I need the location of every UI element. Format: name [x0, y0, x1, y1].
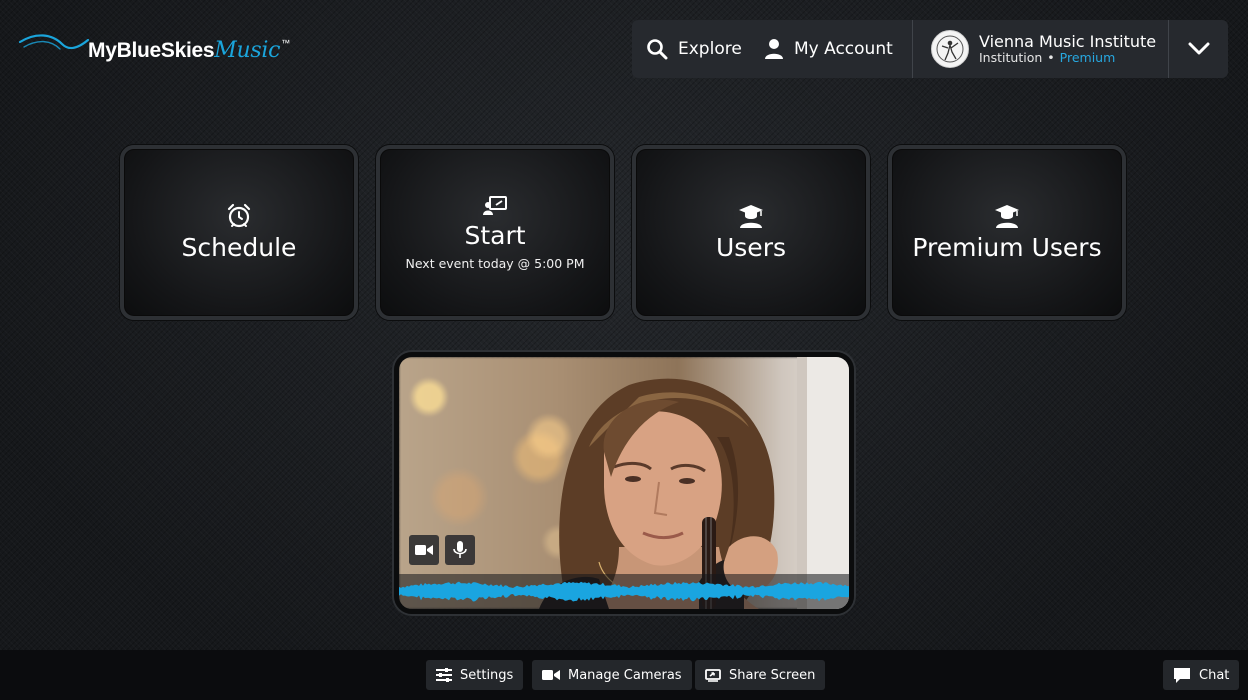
search-icon — [647, 39, 668, 60]
brand-name: MyBlueSkiesMusic™ — [88, 38, 290, 63]
sliders-icon — [436, 668, 452, 682]
chat-button[interactable]: Chat — [1163, 660, 1240, 690]
institution-name: Vienna Music Institute — [979, 31, 1157, 51]
brand-script: Music — [214, 38, 281, 63]
brand-logo[interactable]: MyBlueSkiesMusic™ — [18, 30, 290, 70]
institution-tier: Premium — [1059, 50, 1116, 65]
next-event-text: Next event today @ 5:00 PM — [405, 255, 585, 271]
explore-label: Explore — [678, 39, 742, 59]
video-camera-icon — [415, 545, 433, 555]
microphone-toggle-button[interactable] — [445, 535, 475, 565]
start-title: Start — [464, 220, 526, 250]
schedule-title: Schedule — [181, 233, 297, 262]
audio-level-meter — [399, 574, 849, 609]
camera-toggle-button[interactable] — [409, 535, 439, 565]
institution-type: Institution — [979, 50, 1043, 65]
top-navigation: Explore My Account Vienna Music Institut… — [632, 20, 1228, 78]
manage-cameras-button[interactable]: Manage Cameras — [532, 660, 692, 690]
institution-meta: Institution • Premium — [979, 50, 1156, 65]
chevron-down-icon — [1188, 42, 1209, 55]
share-screen-icon — [705, 668, 721, 682]
brand-trademark: ™ — [281, 38, 290, 48]
schedule-tile[interactable]: Schedule — [120, 145, 358, 320]
alarm-clock-icon — [227, 203, 251, 228]
chat-label: Chat — [1199, 667, 1230, 683]
chat-bubble-icon — [1174, 667, 1190, 683]
premium-users-tile[interactable]: Premium Users — [888, 145, 1126, 320]
institution-emblem-icon — [936, 35, 964, 63]
explore-link[interactable]: Explore — [632, 20, 764, 78]
my-account-link[interactable]: My Account — [764, 20, 912, 78]
meta-separator: • — [1047, 50, 1055, 65]
audio-waveform — [399, 581, 849, 602]
start-tile[interactable]: Start Next event today @ 5:00 PM — [376, 145, 614, 320]
premium-users-title: Premium Users — [912, 233, 1102, 262]
institution-switcher[interactable]: Vienna Music Institute Institution • Premi… — [913, 20, 1168, 78]
settings-button[interactable]: Settings — [426, 660, 524, 690]
my-account-label: My Account — [794, 39, 893, 59]
graduate-icon — [995, 205, 1019, 228]
wave-logo-icon — [18, 34, 90, 50]
bottom-toolbar: Settings Manage Cameras Share Screen Cha… — [0, 650, 1248, 700]
manage-cameras-label: Manage Cameras — [568, 667, 682, 683]
camera-preview[interactable] — [394, 352, 854, 614]
video-subject-image — [539, 357, 849, 609]
media-controls — [409, 535, 475, 565]
share-screen-label: Share Screen — [729, 667, 816, 683]
video-camera-icon — [542, 670, 560, 680]
graduate-icon — [739, 205, 763, 228]
presentation-icon — [483, 195, 507, 215]
user-icon — [765, 39, 783, 59]
institution-avatar — [931, 30, 969, 68]
microphone-icon — [453, 541, 467, 558]
account-menu-button[interactable] — [1169, 20, 1228, 78]
share-screen-button[interactable]: Share Screen — [695, 660, 826, 690]
settings-label: Settings — [460, 667, 514, 683]
users-title: Users — [715, 233, 786, 262]
users-tile[interactable]: Users — [632, 145, 870, 320]
